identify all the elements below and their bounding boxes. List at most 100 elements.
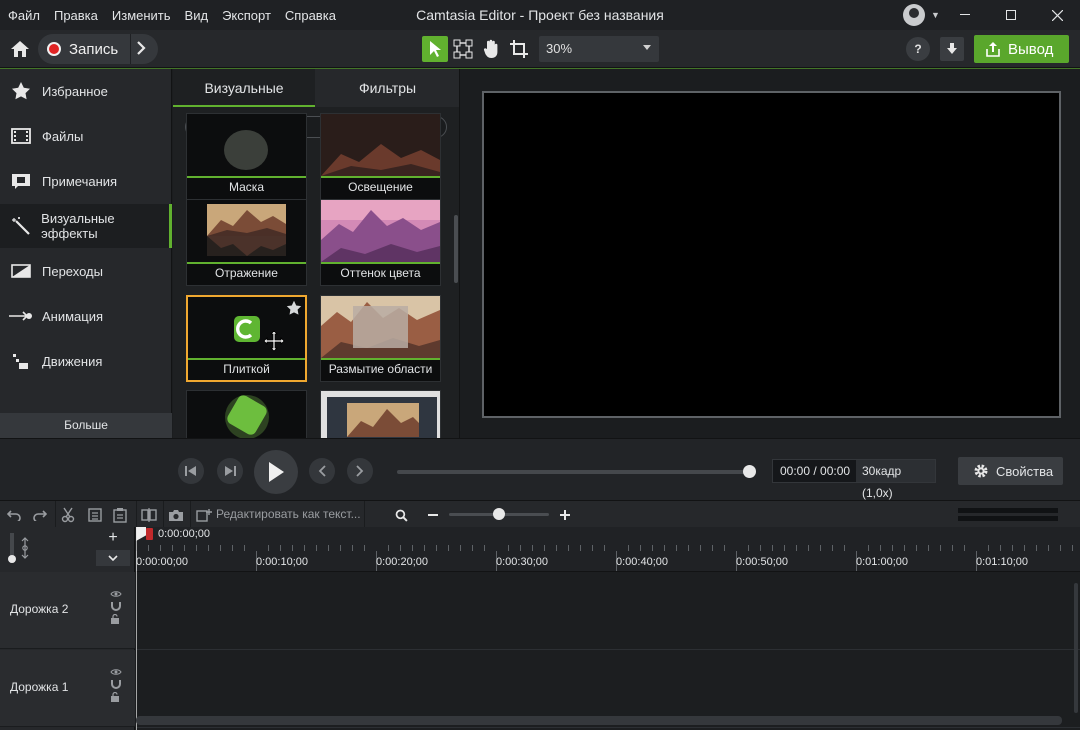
- timeline-zoom-handle[interactable]: [493, 508, 505, 520]
- preview-canvas[interactable]: [482, 91, 1061, 418]
- sidebar-item-favorites[interactable]: Избранное: [0, 69, 172, 113]
- zoom-out-button[interactable]: [424, 506, 442, 524]
- sidebar-item-files[interactable]: Файлы: [0, 114, 172, 158]
- edit-nodes-tool-button[interactable]: [450, 36, 476, 62]
- ruler-tick: [952, 545, 953, 551]
- playhead-marker[interactable]: [146, 528, 153, 540]
- menu-export[interactable]: Экспорт: [222, 8, 271, 23]
- properties-label: Свойства: [996, 463, 1054, 479]
- more-button[interactable]: Больше: [0, 413, 172, 438]
- undo-icon: [7, 510, 21, 521]
- zoom-in-button[interactable]: [556, 506, 574, 524]
- magnet-icon[interactable]: [110, 679, 122, 689]
- left-sidebar: Избранное Файлы Примечания Визуальные эф…: [0, 69, 172, 438]
- record-button[interactable]: Запись: [38, 34, 158, 64]
- playhead-handle[interactable]: [136, 527, 146, 541]
- snapshot-button[interactable]: [167, 506, 185, 524]
- eye-icon[interactable]: [110, 590, 122, 598]
- scrub-handle[interactable]: [743, 465, 756, 478]
- export-button[interactable]: Вывод: [974, 35, 1069, 63]
- menu-file[interactable]: Файл: [8, 8, 40, 23]
- undo-button[interactable]: [5, 506, 23, 524]
- scrub-bar[interactable]: [397, 470, 750, 474]
- record-label: Запись: [69, 40, 119, 58]
- lock-icon[interactable]: [110, 614, 120, 624]
- redo-button[interactable]: [31, 506, 49, 524]
- sidebar-item-animation[interactable]: Анимация: [0, 294, 172, 338]
- close-button[interactable]: [1034, 0, 1080, 30]
- ruler-tick: [832, 545, 833, 551]
- ruler-tick: [1024, 545, 1025, 551]
- help-button[interactable]: ?: [906, 37, 930, 61]
- sidebar-item-behaviors[interactable]: Движения: [0, 339, 172, 383]
- timeline-area[interactable]: 0:00:00;00 0:00:10;00 0:00:20;00 0:00:30…: [136, 527, 1080, 730]
- collapse-tracks-button[interactable]: [96, 550, 130, 566]
- effects-scrollbar[interactable]: [454, 215, 458, 283]
- timeline-vertical-scrollbar[interactable]: [1074, 583, 1078, 713]
- timeline-horizontal-scrollbar[interactable]: [136, 716, 1062, 725]
- track-height-handle[interactable]: [8, 555, 16, 563]
- lock-icon[interactable]: [110, 692, 120, 702]
- effect-thumbnail: [321, 296, 440, 358]
- track-header[interactable]: Дорожка 2: [0, 572, 135, 649]
- next-marker-button[interactable]: [347, 458, 373, 484]
- zoom-dropdown[interactable]: 30%: [539, 36, 659, 62]
- properties-button[interactable]: Свойства: [958, 457, 1063, 485]
- chevron-right-icon[interactable]: [136, 41, 146, 58]
- edit-as-text-button[interactable]: Редактировать как текст...: [216, 507, 361, 521]
- copy-button[interactable]: [86, 506, 104, 524]
- sidebar-item-annotations[interactable]: Примечания: [0, 159, 172, 203]
- crop-tool-button[interactable]: [506, 36, 532, 62]
- tab-visual-effects[interactable]: Визуальные эффекты: [173, 69, 315, 134]
- effect-thumbnail: [187, 200, 306, 262]
- menu-edit[interactable]: Правка: [54, 8, 98, 23]
- zoom-search-icon[interactable]: [392, 506, 410, 524]
- ruler-tick: [604, 545, 605, 551]
- menu-view[interactable]: Вид: [185, 8, 209, 23]
- edit-as-text-icon[interactable]: [195, 506, 213, 524]
- track-lane-2[interactable]: [136, 573, 1080, 650]
- pan-hand-tool-button[interactable]: [478, 36, 504, 62]
- minimize-button[interactable]: [942, 0, 988, 30]
- ruler-tick: [556, 545, 557, 551]
- select-tool-button[interactable]: [422, 36, 448, 62]
- effect-card-partial[interactable]: [186, 390, 307, 438]
- timeline-ruler[interactable]: 0:00:00;00 0:00:10;00 0:00:20;00 0:00:30…: [136, 527, 1080, 572]
- effect-card-area-blur[interactable]: Размытие области: [320, 295, 441, 382]
- export-label: Вывод: [1008, 40, 1054, 58]
- ruler-tick: [172, 545, 173, 551]
- canvas-tools: [422, 36, 532, 62]
- paste-button[interactable]: [111, 506, 129, 524]
- maximize-button[interactable]: [988, 0, 1034, 30]
- cut-button[interactable]: [59, 506, 77, 524]
- menu-modify[interactable]: Изменить: [112, 8, 171, 23]
- previous-marker-button[interactable]: [309, 458, 335, 484]
- menu-help[interactable]: Справка: [285, 8, 336, 23]
- effect-card-mask[interactable]: Маска: [186, 113, 307, 200]
- effect-card-color-tint[interactable]: Оттенок цвета: [320, 199, 441, 286]
- sidebar-item-transitions[interactable]: Переходы: [0, 249, 172, 293]
- download-button[interactable]: [940, 37, 964, 61]
- account-avatar-icon[interactable]: [903, 4, 925, 26]
- track-header[interactable]: Дорожка 1: [0, 650, 135, 727]
- effect-card-reflection[interactable]: Отражение: [186, 199, 307, 286]
- play-button[interactable]: [254, 450, 298, 494]
- tab-filters[interactable]: Фильтры: [315, 69, 459, 107]
- split-button[interactable]: [140, 506, 158, 524]
- account-caret-icon[interactable]: ▼: [931, 10, 940, 20]
- favorite-star-icon[interactable]: [286, 300, 302, 319]
- step-back-button[interactable]: [178, 458, 204, 484]
- eye-icon[interactable]: [110, 668, 122, 676]
- magnet-icon[interactable]: [110, 601, 122, 611]
- home-icon[interactable]: [8, 37, 32, 61]
- sidebar-item-visual-effects[interactable]: Визуальные эффекты: [0, 204, 172, 248]
- effect-card-partial-2[interactable]: [320, 390, 441, 438]
- effect-card-tile[interactable]: Плиткой: [186, 295, 307, 382]
- magnet-icon[interactable]: [20, 537, 30, 562]
- effect-card-accent: [187, 262, 306, 264]
- track-controls: [110, 590, 122, 624]
- effect-card-label: Плиткой: [223, 362, 270, 376]
- step-forward-button[interactable]: [217, 458, 243, 484]
- add-track-button[interactable]: +: [96, 530, 130, 546]
- effect-card-lighting[interactable]: Освещение: [320, 113, 441, 200]
